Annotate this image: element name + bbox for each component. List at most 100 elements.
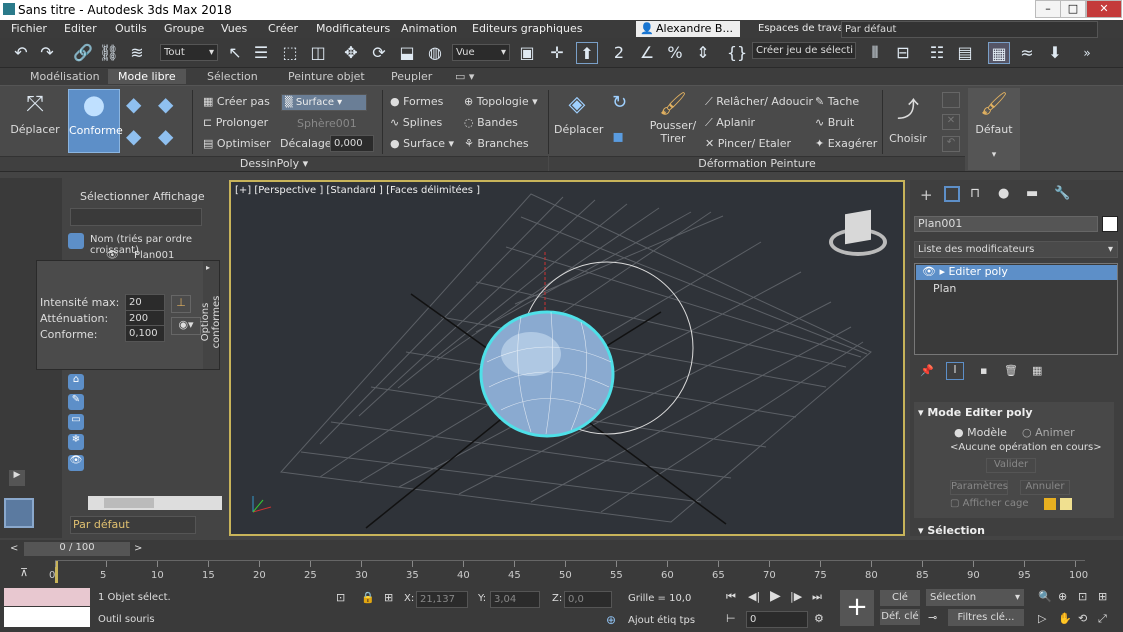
motion-tab-icon[interactable]: ● — [998, 186, 1009, 201]
previous-frame-icon[interactable]: ◀| — [748, 590, 760, 603]
z-coordinate[interactable]: 0,0 — [564, 591, 612, 608]
option-check-c-icon[interactable]: ↶ — [942, 136, 960, 152]
display-light-icon[interactable]: ⌂ — [68, 374, 84, 390]
lock-selection-icon[interactable]: 🔒 — [361, 591, 375, 604]
tache-button[interactable]: ✎ Tache — [815, 95, 859, 108]
set-key-big-icon[interactable]: + — [840, 590, 874, 626]
schematic-view-icon[interactable]: ≈ — [1016, 42, 1038, 64]
splines-button[interactable]: ∿ Splines — [390, 116, 442, 129]
user-account[interactable]: 👤 Alexandre B... — [636, 21, 740, 37]
x-coordinate[interactable]: 21,137 — [416, 591, 468, 608]
select-object-icon[interactable]: ↖ — [224, 42, 246, 64]
set-key-button[interactable]: Déf. clé — [880, 609, 920, 625]
reference-coord-select[interactable]: Vue ▾ — [452, 44, 510, 61]
configure-sets-icon[interactable]: ▦ — [1032, 364, 1042, 377]
go-to-end-icon[interactable]: ⏭ — [812, 590, 822, 604]
intensite-input[interactable]: 20 — [125, 294, 165, 311]
angle-snap-icon[interactable]: ∠ — [636, 42, 658, 64]
curve-editor-icon[interactable]: ▦ — [988, 42, 1010, 64]
orbit-icon[interactable]: ⟲ — [1078, 612, 1087, 625]
time-tag-icon[interactable]: ⊕ — [606, 613, 616, 627]
deplacer-deform-button[interactable]: ◈ Déplacer — [554, 92, 603, 136]
undo-icon[interactable]: ↶ — [10, 42, 32, 64]
layer-color-swatch[interactable] — [4, 498, 34, 528]
key-filters-icon[interactable]: ⊸ — [928, 611, 937, 624]
pick-target-icon[interactable]: ⊥ — [171, 295, 191, 313]
pin-stack-icon[interactable]: 📌 — [920, 364, 934, 377]
defaut-button[interactable]: 🖌 Défaut ▾ — [968, 88, 1020, 170]
create-tab-icon[interactable]: + — [920, 186, 933, 204]
menu-fichier[interactable]: Fichier — [11, 22, 47, 35]
scale-brush-icon[interactable]: ▪ — [612, 126, 624, 147]
select-by-name-icon[interactable]: ☰ — [250, 42, 272, 64]
place-icon[interactable]: ◍ — [424, 42, 446, 64]
link-icon[interactable]: 🔗 — [72, 42, 94, 64]
brush-shape-icon[interactable]: ◉▾ — [171, 317, 201, 335]
keyboard-shortcut-icon[interactable]: ⬆ — [576, 42, 598, 64]
modifier-list-select[interactable]: Liste des modificateurs ▾ — [914, 241, 1118, 258]
conforme-input[interactable]: 0,100 — [125, 325, 165, 342]
conform-brush-d-icon[interactable]: ◆ — [158, 124, 173, 148]
timeline-track[interactable]: 0 5 10 15 20 25 30 35 40 45 50 55 60 65 70 75 80 85 90 95 10… — [49, 560, 1088, 583]
conforme-button[interactable]: ● Conforme — [68, 89, 123, 153]
afficher-cage-checkbox[interactable]: ▢ Afficher cage — [950, 498, 1029, 509]
aplanir-button[interactable]: ⟋ Aplanir — [705, 116, 755, 130]
conform-options-sidebar[interactable]: ▸ Options conformes — [200, 261, 222, 369]
relacher-button[interactable]: ⟋ Relâcher/ Adoucir — [705, 95, 813, 109]
display-hidden-icon[interactable]: 👁 — [68, 455, 84, 471]
scene-tab-display[interactable]: Affichage — [153, 190, 205, 203]
snap-toggle-icon[interactable]: 2 — [608, 42, 630, 64]
annuler-button[interactable]: Annuler — [1020, 480, 1070, 495]
zoom-icon[interactable]: 🔍 — [1038, 590, 1052, 603]
pivot-center-icon[interactable]: ▣ — [516, 42, 538, 64]
edit-named-sel-icon[interactable]: {} — [726, 42, 748, 64]
material-editor-icon[interactable]: ⬇ — [1044, 42, 1066, 64]
redo-icon[interactable]: ↷ — [36, 42, 58, 64]
pousser-tirer-button[interactable]: 🖌 Pousser/ Tirer — [648, 92, 698, 145]
bind-space-warp-icon[interactable]: ≋ — [126, 42, 148, 64]
cage-color-b-swatch[interactable] — [1060, 498, 1072, 510]
curve-editor-mini-icon[interactable]: ⊼ — [20, 566, 28, 579]
choisir-button[interactable]: ⤴ Choisir — [886, 92, 930, 145]
toolbar-more-icon[interactable]: » — [1076, 42, 1098, 64]
layer-field[interactable]: Par défaut — [70, 516, 196, 534]
stack-item-plan[interactable]: Plan — [933, 282, 956, 295]
time-config-icon[interactable]: ⚙ — [814, 612, 824, 625]
exagerer-button[interactable]: ✦ Exagérer — [815, 137, 877, 150]
viewcube[interactable] — [829, 209, 887, 260]
window-crossing-icon[interactable]: ◫ — [307, 42, 329, 64]
rect-selection-icon[interactable]: ⬚ — [279, 42, 301, 64]
key-selection-select[interactable]: Sélection ▾ — [926, 589, 1024, 606]
display-tab-icon[interactable]: ▬ — [1026, 186, 1038, 201]
branches-button[interactable]: ⚘ Branches — [464, 137, 529, 150]
option-check-a-icon[interactable] — [942, 92, 960, 108]
perspective-viewport[interactable]: [+] [Perspective ] [Standard ] [Faces dé… — [229, 180, 905, 536]
object-color-swatch[interactable] — [1102, 216, 1118, 232]
add-time-tag[interactable]: Ajout étiq tps — [628, 615, 695, 626]
group-dessinpoly[interactable]: DessinPoly ▾ — [0, 156, 548, 171]
spinner-snap-icon[interactable]: ⇕ — [692, 42, 714, 64]
close-button[interactable]: ✕ — [1086, 0, 1122, 18]
show-end-result-icon[interactable]: Ⅰ — [946, 362, 964, 380]
tab-selection[interactable]: Sélection — [207, 70, 258, 83]
timeline-prev-icon[interactable]: < — [10, 543, 18, 554]
cage-color-a-swatch[interactable] — [1044, 498, 1056, 510]
selection-filter-select[interactable]: Tout ▾ — [160, 44, 218, 61]
display-warp-icon[interactable]: ▭ — [68, 414, 84, 430]
scene-scroll-thumb[interactable] — [104, 498, 154, 508]
pan-icon[interactable]: ✋ — [1058, 612, 1072, 625]
next-frame-icon[interactable]: |▶ — [790, 590, 802, 603]
percent-snap-icon[interactable]: % — [664, 42, 686, 64]
align-icon[interactable]: ⊟ — [892, 42, 914, 64]
bandes-button[interactable]: ◌ Bandes — [464, 116, 518, 129]
object-name-field[interactable]: Plan001 — [914, 216, 1098, 232]
y-coordinate[interactable]: 3,04 — [490, 591, 540, 608]
rollout-selection[interactable]: ▾ Sélection — [918, 524, 985, 537]
scene-filter-icon[interactable] — [68, 233, 84, 249]
auto-key-button[interactable]: Clé auto — [880, 590, 920, 619]
play-icon[interactable]: ▶ — [770, 588, 781, 604]
conform-brush-b-icon[interactable]: ◆ — [158, 92, 173, 116]
remove-modifier-icon[interactable]: 🗑 — [1004, 364, 1018, 377]
time-slider[interactable]: 0 / 100 — [24, 542, 130, 556]
scene-search-input[interactable] — [70, 208, 202, 226]
